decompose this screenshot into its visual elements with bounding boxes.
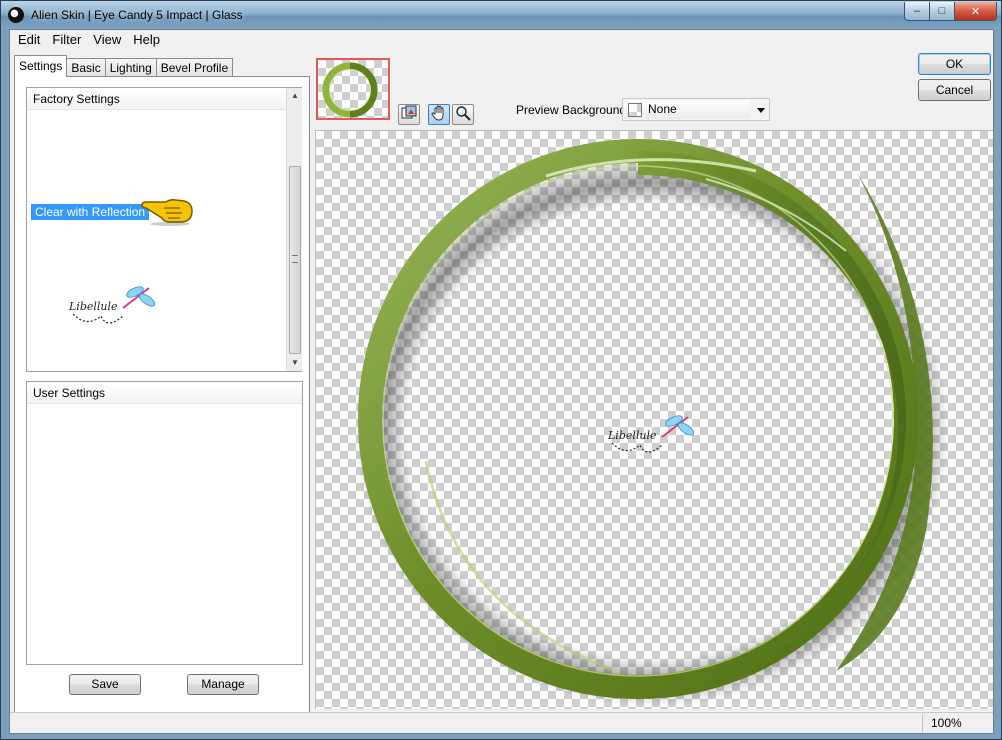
menu-view[interactable]: View: [87, 30, 127, 50]
libellule-watermark: Libellule: [67, 284, 157, 339]
hand-pan-icon: [431, 105, 447, 124]
settings-tabs: Settings Basic Lighting Bevel Profile: [14, 55, 234, 77]
zoom-level: 100%: [931, 716, 962, 730]
user-settings-header: User Settings: [27, 382, 302, 404]
maximize-button[interactable]: □: [929, 2, 955, 21]
close-button[interactable]: ✕: [954, 2, 997, 21]
zoom-magnifier-icon: [455, 105, 471, 124]
minimize-button[interactable]: –: [904, 2, 930, 21]
status-bar: 100%: [10, 712, 993, 733]
menu-bar: Edit Filter View Help: [10, 30, 993, 50]
factory-settings-list[interactable]: Factory Settings Clear with Reflection L…: [26, 87, 302, 372]
svg-text:Libellule: Libellule: [68, 300, 118, 313]
settings-tab-panel: Factory Settings Clear with Reflection L…: [14, 76, 310, 714]
tab-lighting[interactable]: Lighting: [104, 58, 157, 77]
save-button[interactable]: Save: [69, 674, 141, 695]
user-settings-list[interactable]: User Settings: [26, 381, 303, 665]
title-bar[interactable]: Alien Skin | Eye Candy 5 Impact | Glass …: [1, 1, 1001, 29]
factory-settings-header: Factory Settings: [27, 88, 302, 110]
chevron-down-icon[interactable]: [757, 108, 765, 113]
tab-settings[interactable]: Settings: [14, 55, 68, 77]
scrollbar-thumb[interactable]: [289, 166, 301, 354]
ok-button[interactable]: OK: [918, 53, 991, 75]
libellule-watermark-center: Libellule: [606, 413, 696, 468]
zoom-button[interactable]: [452, 104, 474, 125]
app-window: Alien Skin | Eye Candy 5 Impact | Glass …: [0, 0, 1002, 740]
factory-settings-scrollbar[interactable]: ▲ ▼: [286, 88, 302, 371]
transparent-swatch-icon: [628, 103, 642, 117]
manage-button[interactable]: Manage: [187, 674, 259, 695]
svg-text:Libellule: Libellule: [607, 429, 657, 442]
tab-basic[interactable]: Basic: [66, 58, 106, 77]
cancel-button[interactable]: Cancel: [918, 79, 991, 101]
menu-edit[interactable]: Edit: [12, 30, 46, 50]
dialog-client-area: Edit Filter View Help Settings Basic Lig…: [9, 29, 994, 734]
scroll-up-arrow-icon[interactable]: ▲: [287, 88, 303, 104]
alien-skin-app-icon: [8, 7, 24, 23]
pointing-hand-icon: [140, 196, 196, 229]
menu-filter[interactable]: Filter: [46, 30, 87, 50]
navigator-thumbnail[interactable]: [316, 58, 390, 120]
scroll-down-arrow-icon[interactable]: ▼: [287, 355, 303, 371]
preview-background-select[interactable]: None: [622, 98, 770, 121]
preview-canvas[interactable]: Libellule: [315, 130, 993, 709]
preview-compare-icon: [401, 105, 417, 124]
preset-item-selected[interactable]: Clear with Reflection: [31, 204, 150, 220]
preview-compare-button[interactable]: [398, 104, 420, 125]
preview-background-label: Preview Background:: [516, 103, 630, 117]
tab-bevel-profile[interactable]: Bevel Profile: [155, 58, 234, 77]
window-title: Alien Skin | Eye Candy 5 Impact | Glass: [31, 8, 243, 22]
menu-help[interactable]: Help: [127, 30, 166, 50]
hand-pan-button[interactable]: [428, 104, 450, 125]
status-separator: [922, 715, 923, 732]
preview-background-value: None: [648, 102, 677, 116]
